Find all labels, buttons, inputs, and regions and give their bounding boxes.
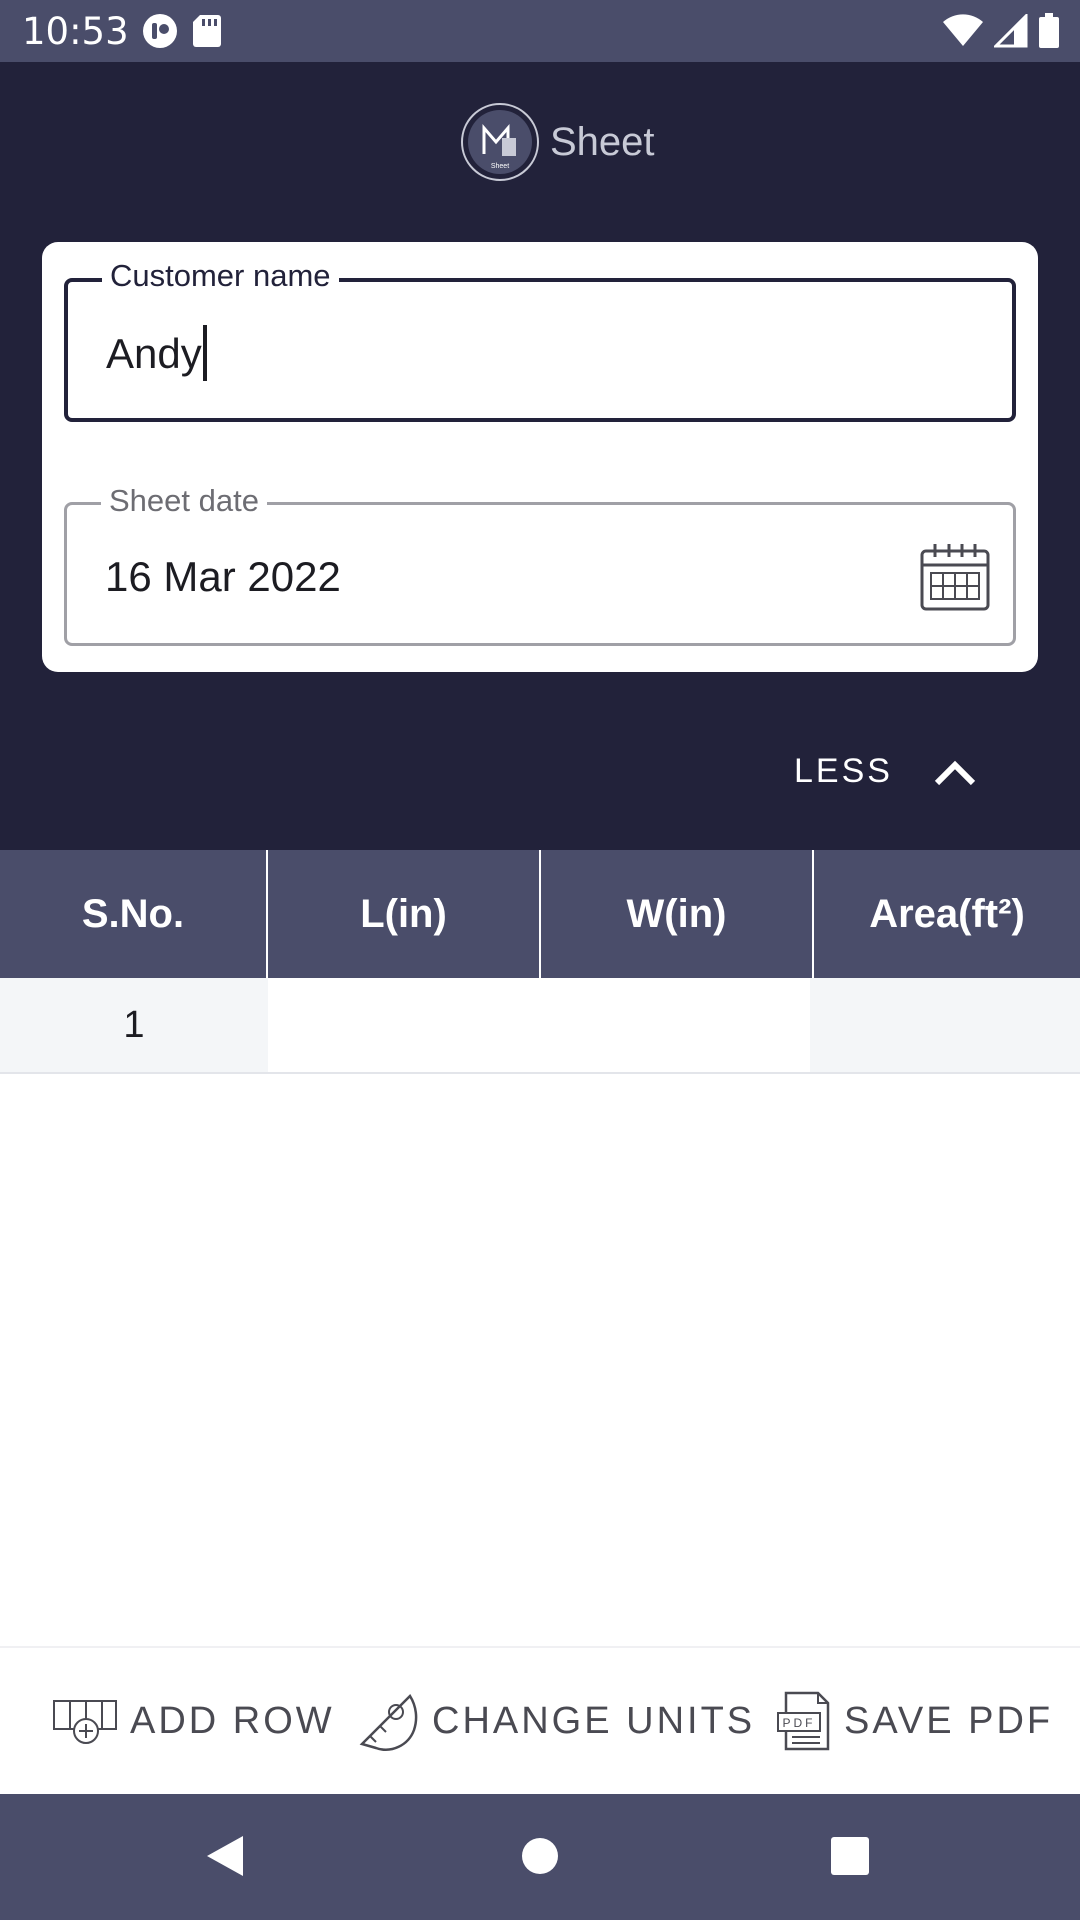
signal-icon xyxy=(992,12,1028,53)
table-header: S.No. L(in) W(in) Area(ft²) xyxy=(0,850,1080,978)
cell-sno: 1 xyxy=(0,978,268,1072)
sheet-date-field[interactable]: Sheet date 16 Mar 2022 xyxy=(64,483,1016,646)
app-title: Sheet xyxy=(550,119,655,164)
add-row-icon xyxy=(53,1700,117,1744)
column-header-width: W(in) xyxy=(541,850,814,978)
logo-icon: Sheet xyxy=(461,103,539,181)
svg-text:Sheet: Sheet xyxy=(491,163,509,170)
back-icon xyxy=(207,1836,243,1876)
add-row-button[interactable]: ADD ROW xyxy=(52,1697,335,1745)
add-row-label: ADD ROW xyxy=(130,1699,335,1742)
less-label: LESS xyxy=(794,752,893,790)
sheet-info-card: Customer name Andy Sheet date 16 Mar 202… xyxy=(42,242,1038,672)
recents-button[interactable] xyxy=(818,1824,882,1888)
column-header-area: Area(ft²) xyxy=(869,891,1025,936)
back-button[interactable] xyxy=(193,1824,257,1888)
calendar-icon[interactable] xyxy=(919,541,991,613)
wifi-icon xyxy=(942,14,984,53)
battery-icon xyxy=(1038,13,1060,54)
change-units-label: CHANGE UNITS xyxy=(432,1699,756,1742)
column-header-length: L(in) xyxy=(268,850,541,978)
sheet-date-label: Sheet date xyxy=(101,483,267,519)
sheet-date-value: 16 Mar 2022 xyxy=(105,553,341,600)
home-icon xyxy=(522,1838,558,1874)
status-bar: 10:53 xyxy=(0,0,1080,62)
chevron-up-icon xyxy=(934,760,976,785)
save-pdf-button[interactable]: PDF SAVE PDF xyxy=(774,1691,1053,1751)
navigation-bar xyxy=(0,1794,1080,1920)
pdf-icon-text: PDF xyxy=(783,1716,816,1730)
protractor-icon xyxy=(359,1694,418,1751)
table-row: 1 xyxy=(0,978,1080,1074)
customer-name-field[interactable]: Customer name Andy xyxy=(64,258,1016,422)
change-units-button[interactable]: CHANGE UNITS xyxy=(356,1690,755,1752)
cell-length-input[interactable] xyxy=(268,978,540,1072)
home-button[interactable] xyxy=(508,1824,572,1888)
pdf-file-icon: PDF xyxy=(777,1691,830,1751)
app-logo: Sheet Sheet xyxy=(460,102,655,182)
save-pdf-label: SAVE PDF xyxy=(844,1699,1054,1742)
bottom-toolbar: ADD ROW CHANGE UNITS PDF SAVE PDF xyxy=(0,1646,1080,1794)
customer-name-label: Customer name xyxy=(102,258,339,294)
header: Sheet Sheet Customer name Andy Sheet dat… xyxy=(0,62,1080,850)
cell-area xyxy=(810,978,1080,1072)
recents-icon xyxy=(831,1837,869,1875)
column-header-sno: S.No. xyxy=(0,850,268,978)
app-notification-icon xyxy=(142,13,178,54)
less-toggle-button[interactable]: LESS xyxy=(794,752,977,791)
sd-card-icon xyxy=(192,13,222,54)
customer-name-value: Andy xyxy=(106,330,202,377)
cell-width-input[interactable] xyxy=(540,978,810,1072)
status-time: 10:53 xyxy=(22,10,129,53)
text-caret xyxy=(202,324,207,381)
